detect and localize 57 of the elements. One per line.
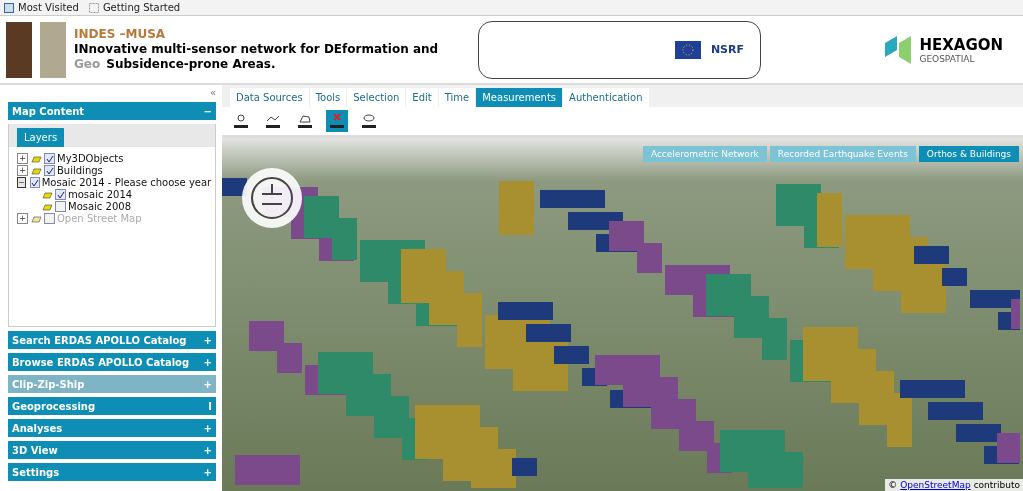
- accordion-header[interactable]: Browse ERDAS APOLLO Catalog +: [8, 353, 216, 371]
- layer-tab[interactable]: Orthos & Buildings: [918, 146, 1019, 162]
- collapse-button[interactable]: «: [209, 87, 216, 98]
- layer-checkbox[interactable]: [29, 177, 40, 188]
- accordion-header[interactable]: 3D View +: [8, 441, 216, 459]
- company-tagline: GEOSPATIAL: [919, 53, 976, 64]
- project-subtitle: Subsidence-prone Areas.: [106, 57, 276, 72]
- layer-checkbox[interactable]: [44, 165, 55, 176]
- layer-name: Buildings: [57, 165, 103, 176]
- layer-name: Mosaic 2014 - Please choose year: [41, 177, 212, 188]
- project-subtitle: INnovative multi-sensor network for DEformation and: [74, 42, 440, 57]
- layer-icon: [41, 190, 53, 199]
- toolbar-tab[interactable]: Measurements: [476, 88, 563, 107]
- attribution-text: contributo: [973, 480, 1020, 490]
- page-icon: [88, 2, 99, 13]
- layer-checkbox[interactable]: [55, 189, 66, 200]
- layers-tab[interactable]: Layers: [17, 128, 65, 147]
- hexagon-logo-icon: [883, 34, 914, 65]
- project-title: INDES –MUSA: [74, 27, 167, 42]
- expand-toggle[interactable]: +: [17, 153, 28, 164]
- toolbar-tab[interactable]: Time: [438, 88, 476, 107]
- layer-name: My3DObjects: [57, 153, 124, 164]
- layer-checkbox[interactable]: [44, 153, 55, 164]
- expand-toggle[interactable]: +: [17, 165, 28, 176]
- accordion-header[interactable]: Analyses +: [8, 419, 216, 437]
- collapse-toggle[interactable]: −: [17, 177, 26, 188]
- copyright-text: ©: [888, 480, 898, 490]
- map-3d-view[interactable]: Accelerometric Network Recorded Earthquake Events Orthos & Buildings © OpenStreetMap contributo: [222, 138, 1023, 491]
- layer-icon: [30, 214, 42, 223]
- photo-placeholder: [6, 21, 32, 78]
- layer-name: mosaic 2014: [68, 189, 133, 200]
- flag-icon: [674, 40, 701, 59]
- layer-checkbox[interactable]: [55, 201, 66, 212]
- toolbar-tab[interactable]: Data Sources: [230, 88, 309, 107]
- accordion-header[interactable]: Search ERDAS APOLLO Catalog +: [8, 331, 216, 349]
- map-content-header[interactable]: Map Content −: [8, 102, 216, 120]
- toolbar-tab[interactable]: Authentication: [563, 88, 649, 107]
- overlay-text: Geo: [74, 57, 101, 72]
- toolbar-tab[interactable]: Selection: [347, 88, 406, 107]
- layer-icon: [30, 166, 42, 175]
- check-icon: [56, 190, 65, 199]
- bookmark-link[interactable]: Most Visited: [18, 2, 79, 13]
- layer-name: Mosaic 2008: [68, 201, 131, 212]
- accordion-header[interactable]: Settings +: [8, 463, 216, 481]
- toolbar-tab[interactable]: Tools: [309, 88, 347, 107]
- company-name: HEXAGON: [919, 35, 1003, 54]
- photo-placeholder: [40, 21, 66, 78]
- bookmark-icon: [4, 2, 14, 13]
- nsrf-logo: NSRF: [710, 43, 744, 56]
- openstreetmap-link[interactable]: OpenStreetMap: [900, 480, 971, 490]
- layer-name: Open Street Map: [57, 213, 142, 224]
- navigation-control-icon[interactable]: [240, 166, 304, 230]
- accordion-header[interactable]: Geoprocessing I: [8, 397, 216, 415]
- layer-icon: [41, 202, 53, 211]
- toolbar-tab[interactable]: Edit: [406, 88, 438, 107]
- bookmark-link[interactable]: Getting Started: [102, 2, 181, 13]
- layer-icon: [30, 154, 42, 163]
